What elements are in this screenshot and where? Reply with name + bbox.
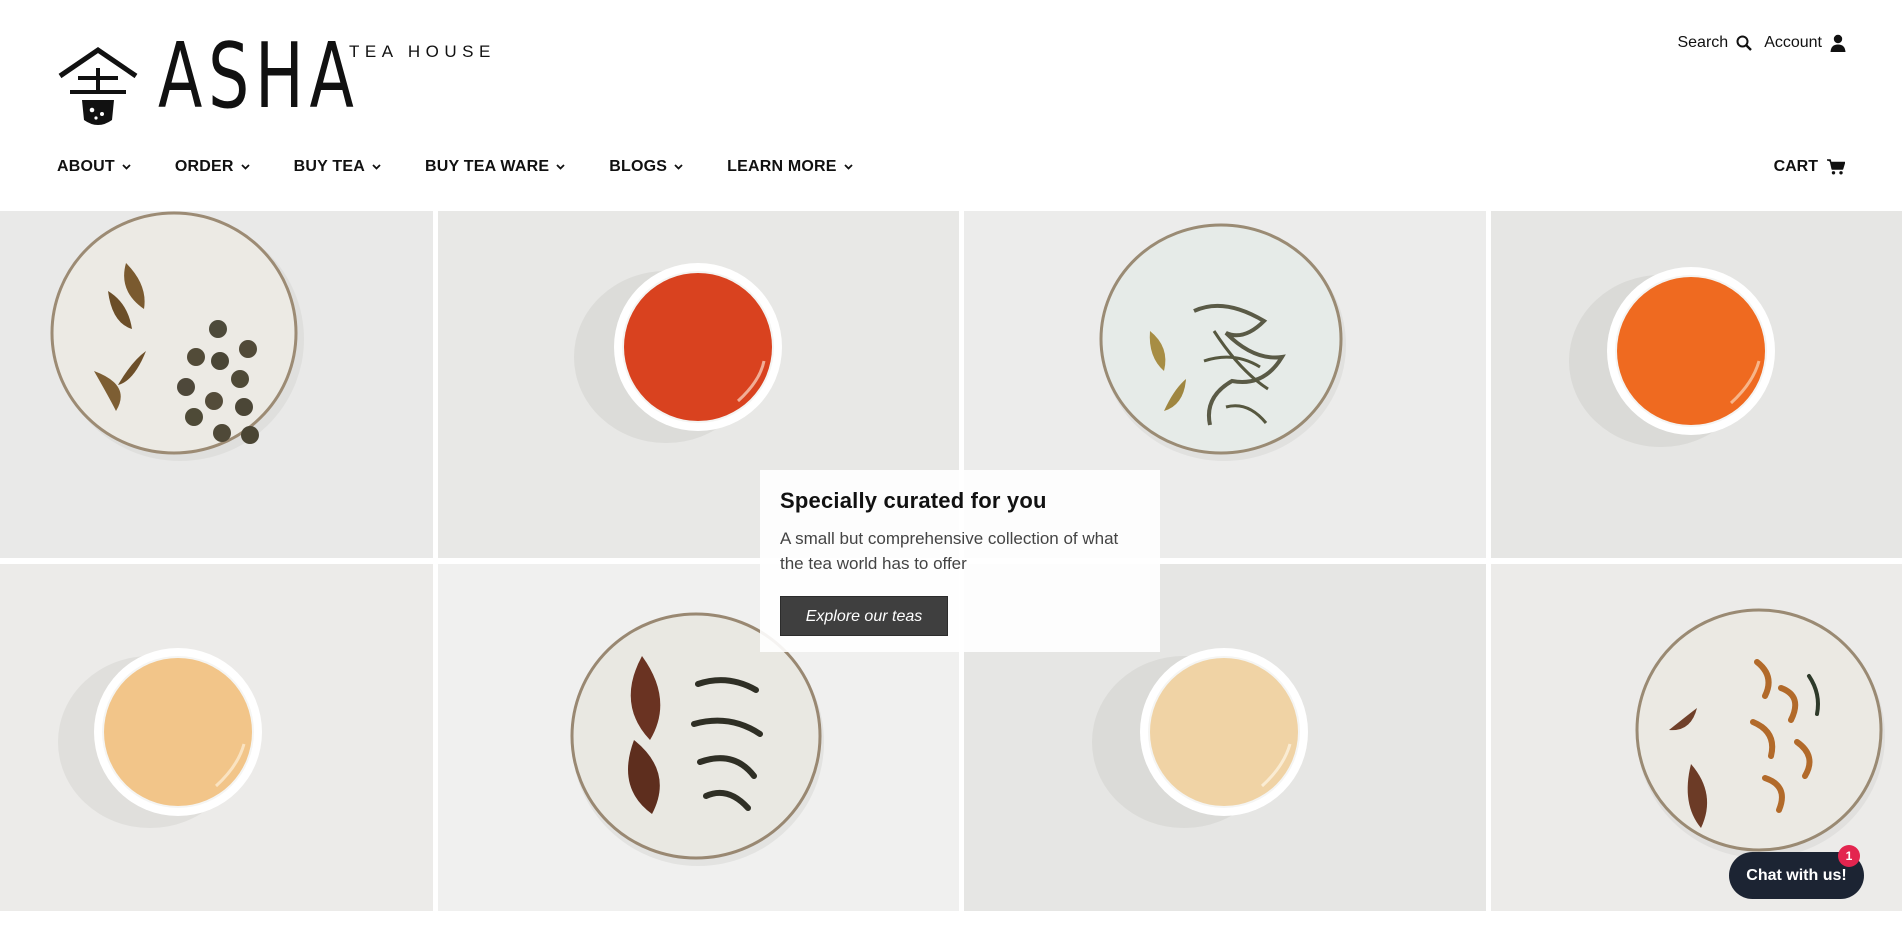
nav-item-about[interactable]: ABOUT [57, 158, 131, 176]
chevron-down-icon [844, 164, 853, 170]
tile-leaf-plate-pearls [0, 211, 433, 558]
chevron-down-icon [241, 164, 250, 170]
cart-label: CART [1773, 158, 1818, 175]
logo-mark-icon [58, 46, 138, 125]
tile-tea-cup-pale [0, 564, 433, 911]
brand-subtitle: TEA HOUSE [349, 42, 496, 61]
nav-item-order[interactable]: ORDER [175, 158, 250, 176]
nav-item-blogs[interactable]: BLOGS [609, 158, 683, 176]
nav-item-label: BLOGS [609, 158, 668, 175]
nav-item-label: BUY TEA WARE [425, 158, 550, 175]
nav-item-buy-tea[interactable]: BUY TEA [294, 158, 381, 176]
nav-item-learn-more[interactable]: LEARN MORE [727, 158, 853, 176]
cart-icon [1827, 159, 1845, 175]
chevron-down-icon [372, 164, 381, 170]
hero-image-grid: Specially curated for you A small but co… [0, 211, 1902, 911]
tile-tea-cup-orange [1491, 211, 1902, 558]
search-label: Search [1677, 34, 1729, 51]
promo-text: A small but comprehensive collection of … [780, 529, 1119, 573]
search-icon [1736, 35, 1753, 51]
site-header: ASHA TEA HOUSE Search Account ABOUT ORDE… [0, 0, 1902, 211]
brand-logo[interactable]: ASHA TEA HOUSE [56, 24, 526, 129]
chat-notification-badge: 1 [1838, 845, 1860, 867]
account-icon [1830, 34, 1846, 52]
search-link[interactable]: Search [1677, 34, 1753, 52]
chevron-down-icon [674, 164, 683, 170]
cart-link[interactable]: CART [1774, 158, 1845, 176]
brand-name: ASHA [158, 24, 360, 129]
explore-teas-button[interactable]: Explore our teas [780, 596, 948, 636]
nav-item-label: ORDER [174, 158, 234, 175]
account-link[interactable]: Account [1764, 34, 1846, 52]
nav-item-label: ABOUT [57, 158, 115, 175]
chevron-down-icon [122, 164, 131, 170]
chevron-down-icon [556, 164, 565, 170]
main-nav: ABOUT ORDER BUY TEA BUY TEA WARE BLOGS L… [57, 158, 897, 176]
nav-item-label: BUY TEA [293, 158, 366, 175]
promo-card: Specially curated for you A small but co… [760, 470, 1160, 652]
promo-title: Specially curated for you [780, 488, 1047, 513]
utility-links: Search Account [1677, 34, 1846, 52]
nav-item-buy-tea-ware[interactable]: BUY TEA WARE [425, 158, 565, 176]
account-label: Account [1764, 34, 1822, 51]
nav-item-label: LEARN MORE [727, 158, 837, 175]
